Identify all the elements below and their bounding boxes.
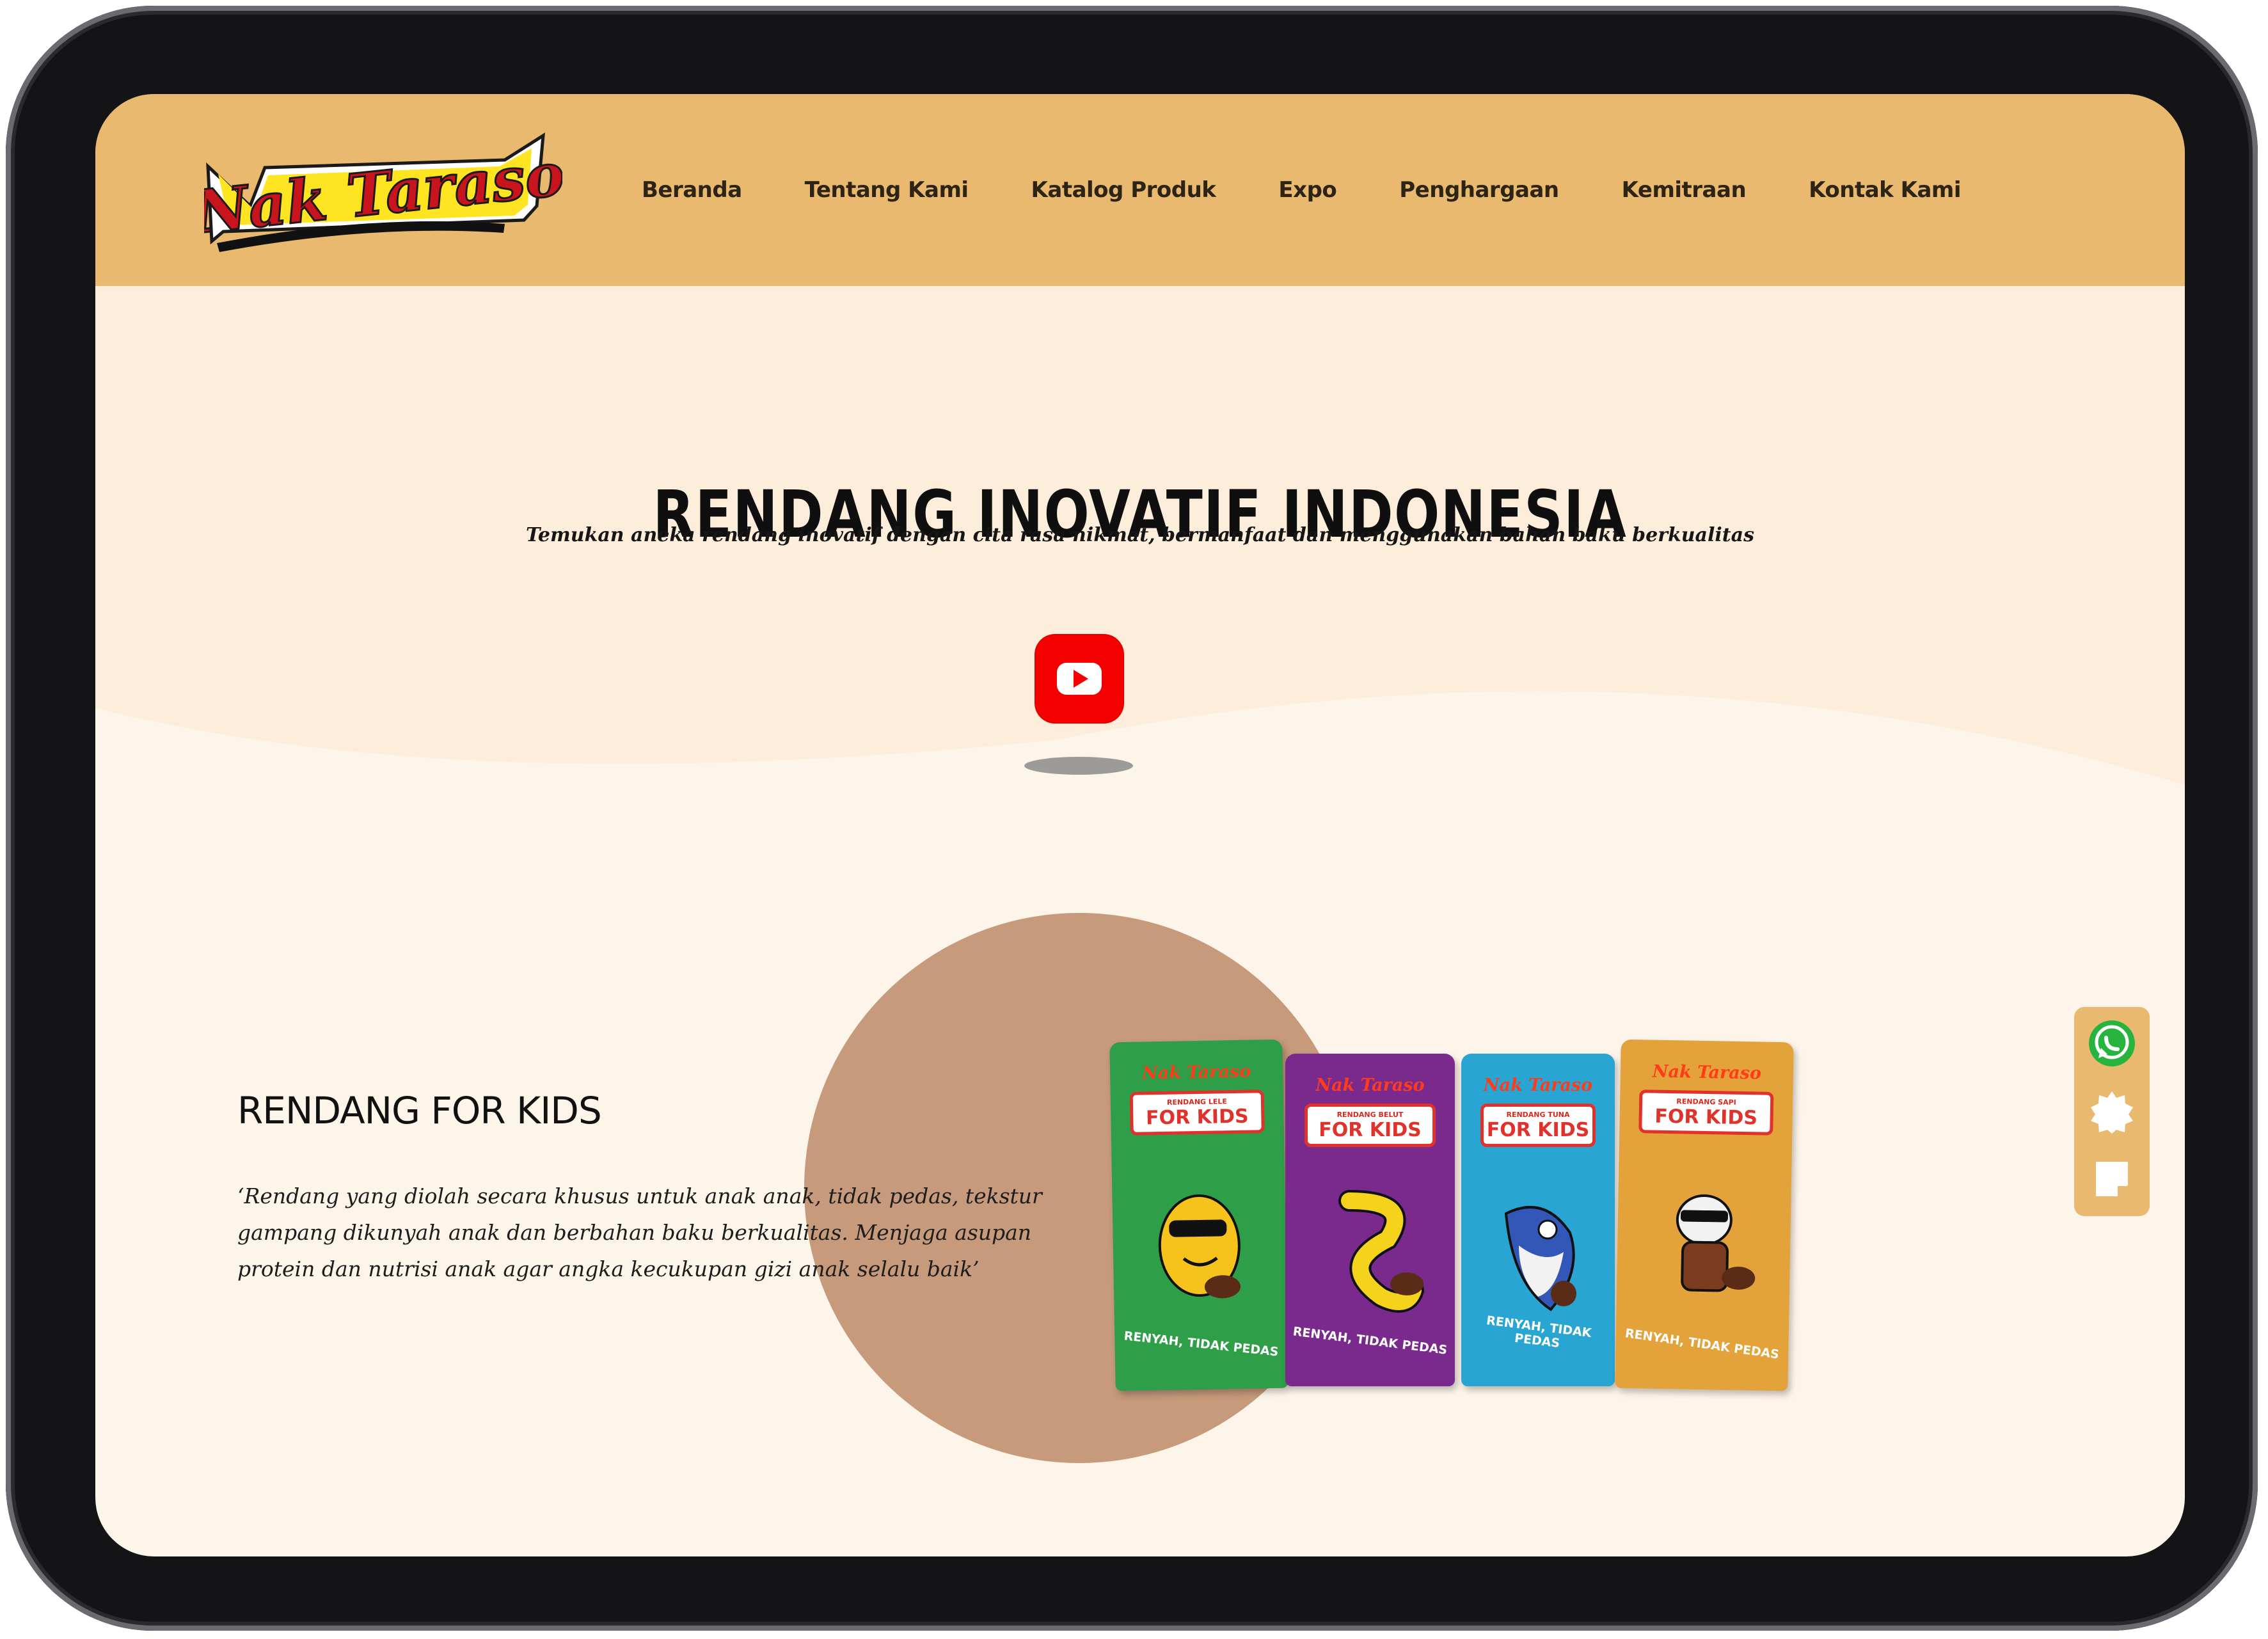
tuna-mascot-icon — [1504, 1206, 1576, 1311]
note-button[interactable] — [2087, 1154, 2137, 1204]
note-icon — [2096, 1162, 2128, 1196]
badge-icon — [2091, 1091, 2133, 1134]
nav-penghargaan[interactable]: Penghargaan — [1399, 177, 1559, 203]
badge-button[interactable] — [2087, 1088, 2137, 1137]
product-packs: Nak Taraso RENDANG LELE FOR KIDS RENYAH,… — [1109, 1039, 1880, 1399]
cow-mascot-icon — [1676, 1194, 1756, 1292]
pack-brand: Nak Taraso — [1315, 1075, 1425, 1095]
pack-label: RENDANG BELUT FOR KIDS — [1304, 1104, 1436, 1147]
whatsapp-icon — [2089, 1020, 2135, 1066]
kids-section-description: ‘Rendang yang diolah secara khusus untuk… — [237, 1184, 1042, 1281]
product-pack-belut[interactable]: Nak Taraso RENDANG BELUT FOR KIDS RENYAH… — [1285, 1054, 1455, 1386]
whatsapp-button[interactable] — [2087, 1018, 2137, 1068]
navbar: Nak Taraso Beranda Tentang Kami Katalog … — [95, 94, 2185, 286]
pack-brand: Nak Taraso — [1652, 1061, 1762, 1084]
floating-action-bar — [2074, 1007, 2150, 1216]
website-screen: Nak Taraso Beranda Tentang Kami Katalog … — [95, 94, 2185, 1556]
pack-label: RENDANG TUNA FOR KIDS — [1480, 1104, 1596, 1147]
catfish-mascot-icon — [1158, 1194, 1241, 1299]
pack-tagline: RENYAH, TIDAK PEDAS — [1486, 1313, 1592, 1351]
nav-tentang-kami[interactable]: Tentang Kami — [805, 177, 969, 203]
pack-for-kids: FOR KIDS — [1654, 1105, 1758, 1130]
nak-taraso-logo[interactable]: Nak Taraso — [188, 129, 569, 257]
nav-expo[interactable]: Expo — [1278, 177, 1336, 203]
product-pack-lele[interactable]: Nak Taraso RENDANG LELE FOR KIDS RENYAH,… — [1109, 1039, 1289, 1391]
nav-kemitraan[interactable]: Kemitraan — [1622, 177, 1747, 203]
pack-label: RENDANG SAPI FOR KIDS — [1638, 1089, 1774, 1136]
nav-katalog-produk[interactable]: Katalog Produk — [1031, 177, 1216, 203]
main-nav: Beranda Tentang Kami Katalog Produk Expo… — [642, 94, 1962, 286]
pack-for-kids: FOR KIDS — [1486, 1119, 1590, 1141]
product-pack-tuna[interactable]: Nak Taraso RENDANG TUNA FOR KIDS RENYAH,… — [1461, 1054, 1615, 1386]
pack-label: RENDANG LELE FOR KIDS — [1129, 1089, 1265, 1136]
pack-variant: RENDANG BELUT — [1336, 1111, 1404, 1119]
kids-section-title: RENDANG FOR KIDS — [237, 1089, 602, 1132]
pack-brand: Nak Taraso — [1141, 1061, 1251, 1084]
button-shadow — [1024, 757, 1133, 775]
pack-tagline: RENYAH, TIDAK PEDAS — [1624, 1326, 1780, 1362]
pack-for-kids: FOR KIDS — [1145, 1105, 1249, 1130]
nav-beranda[interactable]: Beranda — [642, 177, 742, 203]
nav-kontak-kami[interactable]: Kontak Kami — [1809, 177, 1961, 203]
pack-tagline: RENYAH, TIDAK PEDAS — [1123, 1329, 1280, 1359]
tablet-frame: Nak Taraso Beranda Tentang Kami Katalog … — [6, 6, 2258, 1631]
hero-subtitle: Temukan aneka rendang inovatif dengan ci… — [526, 524, 1754, 546]
pack-tagline: RENYAH, TIDAK PEDAS — [1292, 1324, 1448, 1358]
wave-divider — [95, 691, 2185, 887]
eel-mascot-icon — [1338, 1190, 1424, 1313]
pack-for-kids: FOR KIDS — [1319, 1119, 1422, 1141]
pack-variant: RENDANG TUNA — [1506, 1111, 1570, 1119]
youtube-play-icon — [1057, 663, 1102, 695]
product-pack-sapi[interactable]: Nak Taraso RENDANG SAPI FOR KIDS RENYAH,… — [1615, 1039, 1794, 1391]
youtube-play-button[interactable] — [1036, 635, 1123, 722]
pack-brand: Nak Taraso — [1483, 1075, 1593, 1095]
